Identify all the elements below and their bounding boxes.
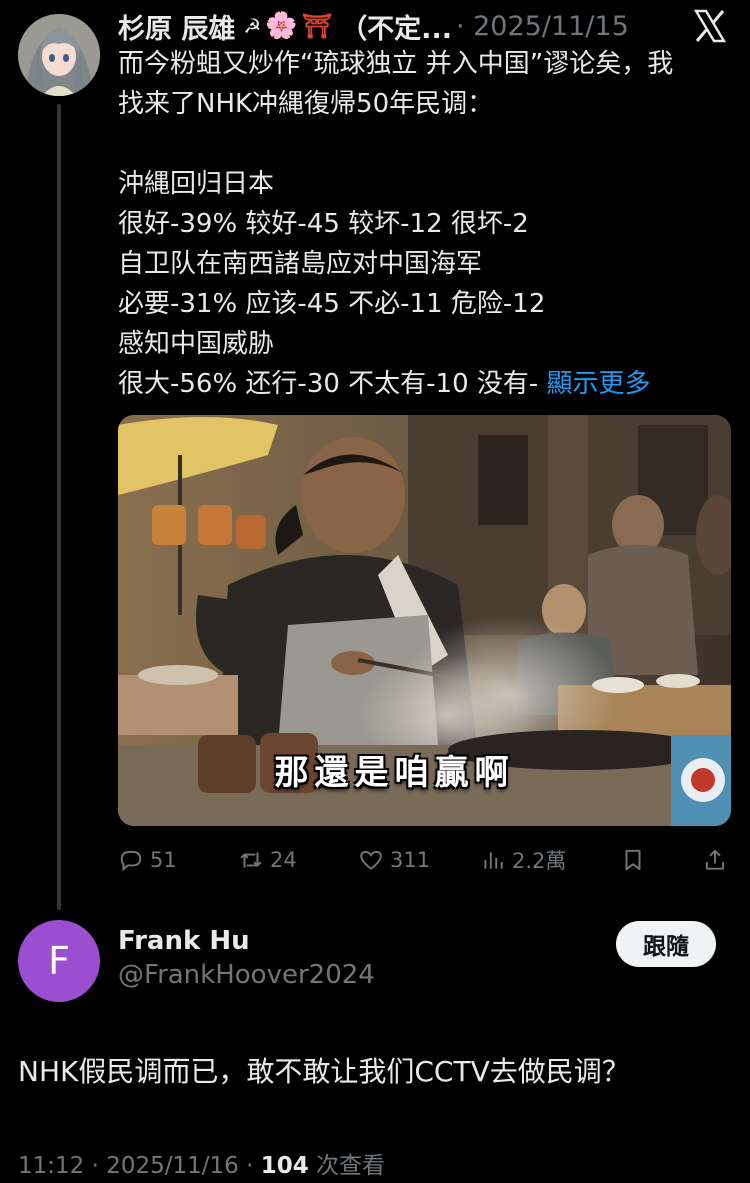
follow-button[interactable]: 跟隨 [616,921,716,967]
bookmark-button[interactable] [620,842,646,878]
tweet-text-line: 很好-39% 较好-45 较坏-12 很坏-2 [118,209,529,239]
tweet-text-blank-line [118,124,718,164]
repost-button[interactable]: 24 [238,842,297,878]
display-name-suffix[interactable]: （不定... [340,7,452,46]
reply-button[interactable]: 51 [118,842,177,878]
tweet-text-line: 沖縄回归日本 [118,169,275,199]
reply-avatar[interactable]: F [18,920,100,1002]
reply-icon [120,850,142,872]
avatar[interactable] [18,14,100,96]
reply-text: NHK假民调而已，敢不敢让我们CCTV去做民调？ [18,1055,630,1088]
reply-views-label: 次查看 [308,1153,386,1179]
tweet-thread-page: 杉原 辰雄 ☭ 🌸 ⛩ （不定... · 2025/11/15 而今粉蛆又炒作“… [0,0,750,1183]
name-emojis: ☭ 🌸 ⛩ [243,11,332,41]
hammer-sickle-icon: ☭ [243,14,262,38]
reply-count: 51 [150,848,177,872]
tweet-text-fragment: 很大-56% 还行-30 不太有-10 没有- [118,369,539,399]
display-name[interactable]: 杉原 辰雄 [118,7,235,46]
video-subtitle: 那還是咱贏啊 [274,753,515,793]
share-icon [705,849,725,870]
thread-connector-line [57,104,61,910]
bookmark-icon [625,849,641,871]
tweet-text: 而今粉蛆又炒作“琉球独立 并入中国”谬论矣，我 找来了NHK冲縄復帰50年民调：… [118,44,718,404]
tweet-action-bar: 51 24 311 2.2萬 [118,842,731,878]
tweet-date[interactable]: · 2025/11/15 [456,11,629,42]
tweet-text-line: 而今粉蛆又炒作“琉球独立 并入中国”谬论矣，我 [118,49,674,79]
tweet-media-image[interactable]: 那還是咱贏啊 [118,415,731,826]
tweet-text-line: 感知中国威胁 [118,329,275,359]
reply-timestamp-views: 11:12 · 2025/11/16 · 104 次查看 [18,1146,385,1180]
reply-display-name[interactable]: Frank Hu [118,926,250,956]
torii-gate-icon: ⛩ [301,12,333,40]
repost-icon [240,852,262,868]
like-count: 311 [390,848,431,872]
tweet-text-line: 自卫队在南西諸島应对中国海军 [118,249,483,279]
reply-timestamp[interactable]: 11:12 · 2025/11/16 · [18,1153,261,1179]
tweet-text-line: 必要-31% 应该-45 不必-11 危险-12 [118,289,546,319]
reply-view-count: 104 [260,1153,309,1179]
views-count: 2.2萬 [512,849,567,873]
like-button[interactable]: 311 [358,842,430,878]
show-more-link[interactable]: 顯示更多 [547,369,651,399]
anime-girl-avatar-image [18,14,100,96]
views-button[interactable]: 2.2萬 [480,842,566,878]
cherry-blossom-icon: 🌸 [265,11,298,41]
share-button[interactable] [702,842,728,878]
tweet-text-line-last: 很大-56% 还行-30 不太有-10 没有- 顯示更多 [118,364,718,404]
heart-icon [360,850,382,870]
x-logo-icon[interactable] [692,8,728,44]
repost-count: 24 [270,848,297,872]
tweet-text-line: 找来了NHK冲縄復帰50年民调： [118,89,494,119]
reply-handle[interactable]: @FrankHoover2024 [118,960,375,990]
tweet-header: 杉原 辰雄 ☭ 🌸 ⛩ （不定... · 2025/11/15 [118,7,629,46]
bar-chart-icon [484,852,503,869]
